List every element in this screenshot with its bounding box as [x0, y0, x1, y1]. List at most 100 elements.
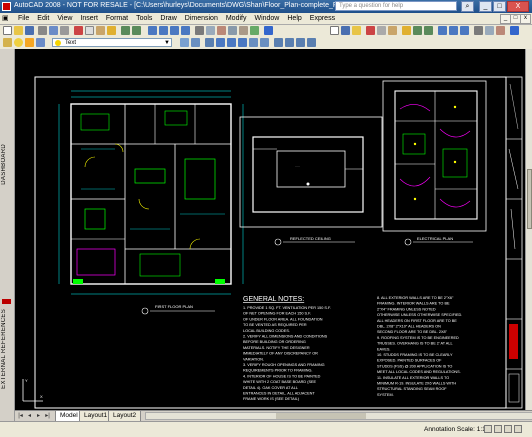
- print-icon[interactable]: [38, 26, 47, 35]
- horizontal-scrollbar[interactable]: [145, 412, 532, 420]
- redo-toolbar-icon[interactable]: [424, 26, 433, 35]
- make-layer-current-icon[interactable]: [180, 38, 189, 47]
- vertical-scroll-thumb[interactable]: [527, 169, 532, 229]
- zoom-out-icon[interactable]: [260, 38, 269, 47]
- dashboard-tab[interactable]: DASHBOARD: [1, 144, 7, 185]
- external-references-tab[interactable]: EXTERNAL REFERENCES: [1, 309, 7, 389]
- search-icon[interactable]: ⌕: [461, 1, 474, 12]
- annotation-visibility-icon[interactable]: [484, 425, 492, 433]
- match-toolbar-icon[interactable]: [402, 26, 411, 35]
- doc-close-button[interactable]: x: [520, 14, 531, 24]
- palette-close-icon[interactable]: [2, 299, 11, 304]
- ucs-world-icon[interactable]: [307, 38, 316, 47]
- pan-icon[interactable]: [148, 26, 157, 35]
- toolbar-lock-icon[interactable]: [504, 425, 512, 433]
- save-layer-icon[interactable]: [341, 26, 350, 35]
- help-toolbar-icon[interactable]: [510, 26, 519, 35]
- layer-dropdown[interactable]: Text ▼: [52, 38, 172, 47]
- auto-scale-icon[interactable]: [494, 425, 502, 433]
- zoom-all-icon[interactable]: [238, 38, 247, 47]
- copy-toolbar-icon[interactable]: [377, 26, 386, 35]
- save-icon[interactable]: [25, 26, 34, 35]
- clean-screen-icon[interactable]: [514, 425, 522, 433]
- note-line: MATERIALS. NOTIFY THE DESIGNER: [243, 346, 310, 350]
- designcenter-toolbar-icon[interactable]: [485, 26, 494, 35]
- menu-view[interactable]: View: [53, 13, 76, 24]
- orbit-icon[interactable]: [205, 38, 214, 47]
- menu-modify[interactable]: Modify: [222, 13, 251, 24]
- drawing-canvas[interactable]: FIRST FLOOR PLAN ····· REFLECTED CEILING: [15, 49, 525, 410]
- menu-edit[interactable]: Edit: [33, 13, 53, 24]
- undo-icon[interactable]: [121, 26, 130, 35]
- menu-express[interactable]: Express: [306, 13, 339, 24]
- zoom-toolbar-icon[interactable]: [449, 26, 458, 35]
- menu-window[interactable]: Window: [250, 13, 283, 24]
- cut-icon[interactable]: [74, 26, 83, 35]
- palettes-toolbar-icon[interactable]: [496, 26, 505, 35]
- help-search-input[interactable]: Type a question for help: [335, 1, 457, 11]
- layer-lock-icon[interactable]: [36, 38, 45, 47]
- note-line: OF NET OPENING FOR EACH 150 S.F.: [243, 312, 311, 316]
- layer-previous-icon[interactable]: [191, 38, 200, 47]
- publish-icon[interactable]: [60, 26, 69, 35]
- plot-preview-icon[interactable]: [49, 26, 58, 35]
- redo-icon[interactable]: [132, 26, 141, 35]
- autocad-app-icon[interactable]: [2, 2, 11, 11]
- zoom-window-icon[interactable]: [170, 26, 179, 35]
- layer-on-icon[interactable]: [14, 38, 23, 47]
- copy-icon[interactable]: [85, 26, 94, 35]
- vertical-scrollbar[interactable]: [525, 49, 532, 410]
- menu-draw[interactable]: Draw: [156, 13, 180, 24]
- tool-palettes-icon[interactable]: [217, 26, 226, 35]
- menu-tools[interactable]: Tools: [132, 13, 156, 24]
- new-file-icon[interactable]: [3, 26, 12, 35]
- paste-toolbar-icon[interactable]: [388, 26, 397, 35]
- sheet-set-icon[interactable]: [228, 26, 237, 35]
- paste-icon[interactable]: [96, 26, 105, 35]
- layer-freeze-icon[interactable]: [25, 38, 34, 47]
- layer-properties-icon[interactable]: [3, 38, 12, 47]
- help-icon[interactable]: [264, 26, 273, 35]
- zoom-window-toolbar-icon[interactable]: [460, 26, 469, 35]
- zoom-realtime-icon[interactable]: [159, 26, 168, 35]
- first-tab-arrow-icon[interactable]: |◂: [17, 412, 24, 420]
- annotation-scale[interactable]: Annotation Scale: 1:1 ▾: [424, 425, 491, 433]
- ucs-icon[interactable]: [296, 38, 305, 47]
- menu-dimension[interactable]: Dimension: [181, 13, 222, 24]
- markup-icon[interactable]: [239, 26, 248, 35]
- minimize-button[interactable]: _: [479, 1, 492, 12]
- doc-icon[interactable]: ▣: [0, 13, 14, 24]
- pan-toolbar-icon[interactable]: [438, 26, 447, 35]
- cut-toolbar-icon[interactable]: [366, 26, 375, 35]
- design-center-icon[interactable]: [206, 26, 215, 35]
- properties-toolbar-icon[interactable]: [474, 26, 483, 35]
- zoom-extents-icon[interactable]: [227, 38, 236, 47]
- open-folder-icon[interactable]: [14, 26, 23, 35]
- reflected-ceiling-plan: ····· REFLECTED CEILING: [239, 116, 383, 246]
- notes-heading: GENERAL NOTES:: [243, 296, 304, 303]
- named-views-icon[interactable]: [274, 38, 283, 47]
- new-layer-icon[interactable]: [330, 26, 339, 35]
- match-properties-icon[interactable]: [107, 26, 116, 35]
- prev-tab-arrow-icon[interactable]: ◂: [26, 412, 33, 420]
- menu-format[interactable]: Format: [102, 13, 132, 24]
- zoom-in-icon[interactable]: [249, 38, 258, 47]
- menu-file[interactable]: File: [14, 13, 33, 24]
- restore-button[interactable]: □: [493, 1, 506, 12]
- electrical-plan: ELECTRICAL PLAN: [382, 80, 487, 246]
- layer-states-icon[interactable]: [352, 26, 361, 35]
- properties-icon[interactable]: [195, 26, 204, 35]
- close-button[interactable]: X: [507, 1, 529, 12]
- note-line: IMMEDIATELY OF ANY DISCREPANCY OR: [243, 352, 318, 356]
- view-icon[interactable]: [216, 38, 225, 47]
- horizontal-scroll-thumb[interactable]: [276, 413, 366, 419]
- palette-bar: DASHBOARD EXTERNAL REFERENCES: [0, 49, 15, 436]
- zoom-previous-icon[interactable]: [181, 26, 190, 35]
- calculator-icon[interactable]: [250, 26, 259, 35]
- last-tab-arrow-icon[interactable]: ▸|: [44, 412, 51, 420]
- menu-help[interactable]: Help: [283, 13, 305, 24]
- menu-insert[interactable]: Insert: [76, 13, 102, 24]
- viewports-icon[interactable]: [285, 38, 294, 47]
- next-tab-arrow-icon[interactable]: ▸: [35, 412, 42, 420]
- undo-toolbar-icon[interactable]: [413, 26, 422, 35]
